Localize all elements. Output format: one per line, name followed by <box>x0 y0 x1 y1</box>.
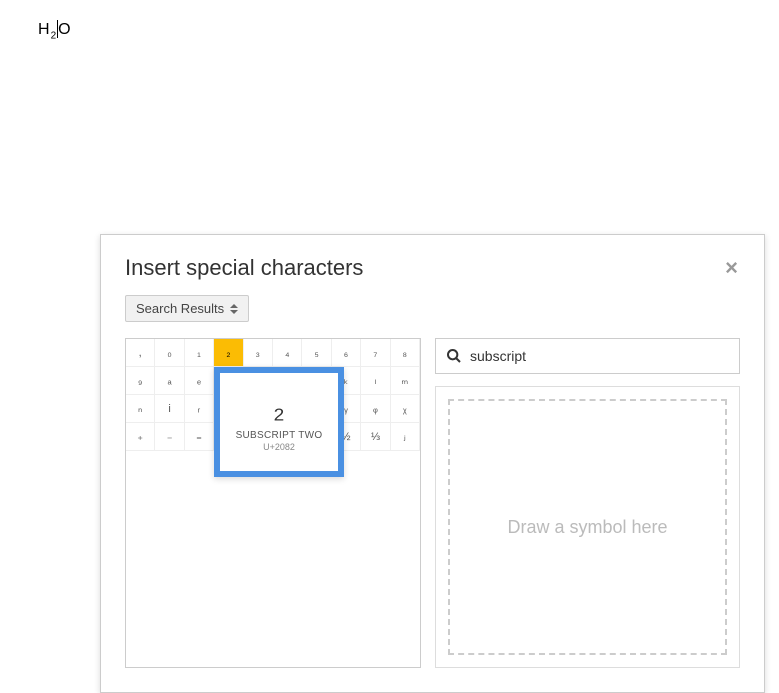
close-button[interactable]: × <box>723 255 740 281</box>
char-cell[interactable]: ₑ <box>185 367 214 395</box>
char-cell[interactable]: ₇ <box>361 339 390 367</box>
char-cell[interactable]: ₌ <box>185 423 214 451</box>
char-cell[interactable]: i <box>155 395 184 423</box>
char-cell[interactable]: ₈ <box>391 339 420 367</box>
char-cell[interactable]: ₂ <box>214 339 243 367</box>
char-cell[interactable]: , <box>126 339 155 367</box>
doc-char-h: H <box>38 21 51 38</box>
char-cell[interactable]: ₙ <box>126 395 155 423</box>
special-characters-dialog: Insert special characters × Search Resul… <box>100 234 765 693</box>
search-icon <box>446 348 462 364</box>
character-grid-panel: ,₀₁₂₃₄₅₆₇₈₉ₐₑₒₓₔₕₖₗₘₙiᵣᵤᵥₓᵦᵧᵩᵪ₊₋₌₍₎ⱼₒ½⅓ⱼ… <box>125 338 421 668</box>
category-dropdown[interactable]: Search Results <box>125 295 249 322</box>
draw-area[interactable]: Draw a symbol here <box>448 399 727 655</box>
char-cell[interactable]: ₃ <box>244 339 273 367</box>
char-cell[interactable]: ₅ <box>302 339 331 367</box>
char-cell[interactable]: ₘ <box>391 367 420 395</box>
preview-name: SUBSCRIPT TWO <box>236 430 323 441</box>
search-input[interactable] <box>470 348 729 364</box>
dialog-panels: ,₀₁₂₃₄₅₆₇₈₉ₐₑₒₓₔₕₖₗₘₙiᵣᵤᵥₓᵦᵧᵩᵪ₊₋₌₍₎ⱼₒ½⅓ⱼ… <box>125 338 740 668</box>
char-cell[interactable]: ᵩ <box>361 395 390 423</box>
right-column: Draw a symbol here <box>435 338 740 668</box>
char-cell[interactable]: ⅓ <box>361 423 390 451</box>
dialog-title: Insert special characters <box>125 255 363 281</box>
draw-hint-text: Draw a symbol here <box>507 517 667 538</box>
char-cell[interactable]: ᵣ <box>185 395 214 423</box>
char-cell[interactable]: ₗ <box>361 367 390 395</box>
doc-char-o: O <box>58 21 71 38</box>
caret-updown-icon <box>230 304 238 314</box>
char-cell[interactable]: ₋ <box>155 423 184 451</box>
char-cell[interactable]: ⱼ <box>391 423 420 451</box>
char-cell[interactable]: ₉ <box>126 367 155 395</box>
char-cell[interactable]: ₁ <box>185 339 214 367</box>
char-cell[interactable]: ᵪ <box>391 395 420 423</box>
character-preview-card: ₂ SUBSCRIPT TWO U+2082 <box>214 367 344 477</box>
char-cell[interactable]: ₄ <box>273 339 302 367</box>
char-cell[interactable]: ₀ <box>155 339 184 367</box>
search-box[interactable] <box>435 338 740 374</box>
dialog-header: Insert special characters × <box>125 255 740 281</box>
char-cell[interactable]: ₊ <box>126 423 155 451</box>
document-text-sample[interactable]: H2O <box>38 20 72 41</box>
draw-panel: Draw a symbol here <box>435 386 740 668</box>
char-cell[interactable]: ₆ <box>332 339 361 367</box>
preview-code: U+2082 <box>263 442 295 452</box>
preview-char: ₂ <box>273 392 285 426</box>
char-cell[interactable]: ₐ <box>155 367 184 395</box>
dropdown-label: Search Results <box>136 301 224 316</box>
